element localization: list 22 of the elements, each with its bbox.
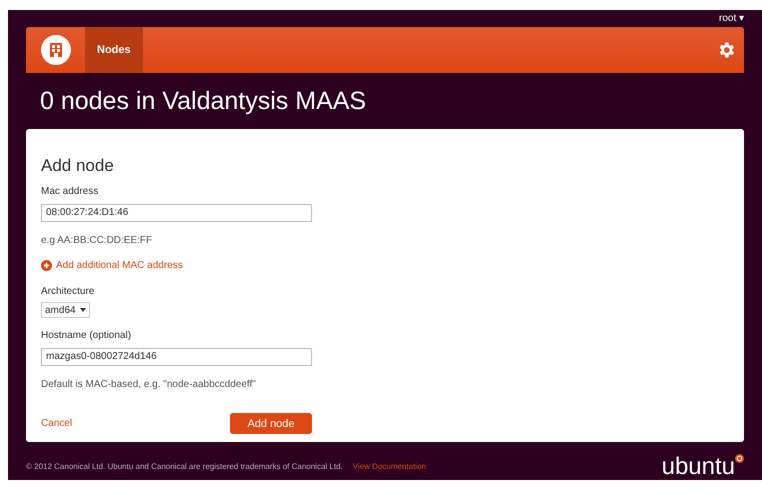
field-hint: e.g AA:BB:CC:DD:EE:FF (41, 234, 154, 248)
field-label: Architecture (41, 285, 96, 300)
field-label: Hostname (optional) (41, 329, 132, 344)
plus-circle-icon (41, 260, 52, 272)
add-mac-link[interactable]: Add additional MAC address (41, 258, 729, 274)
mac-address-field[interactable]: 08:00:27:24:D1:46 (41, 204, 312, 222)
nav-tab[interactable]: Nodes (85, 26, 143, 74)
cancel-link[interactable]: Cancel (41, 416, 72, 432)
hostname-field[interactable]: mazgas0-08002724d146 (41, 348, 312, 366)
user-menu[interactable]: root ▾ (718, 10, 744, 26)
caret-icon (80, 308, 86, 312)
field-label: Mac address (41, 185, 100, 200)
circle-of-friends-icon (735, 454, 744, 463)
form-title: Add node (41, 155, 115, 178)
building-logo-icon (40, 34, 70, 65)
documentation-link[interactable]: View Documentation (352, 461, 426, 473)
field-hint: Default is MAC-based, e.g. "node-aabbccddeeff" (41, 378, 257, 392)
add-node-button[interactable]: Add node (230, 413, 312, 434)
ubuntu-logo: ubuntu (662, 454, 735, 480)
architecture-select[interactable]: amd64 (41, 302, 90, 318)
page-title: 0 nodes in Valdantysis MAAS (40, 86, 368, 118)
copyright-text: © 2012 Canonical Ltd. Ubuntu and Canonical are registered trademarks of Canonical Ltd. (26, 461, 343, 473)
